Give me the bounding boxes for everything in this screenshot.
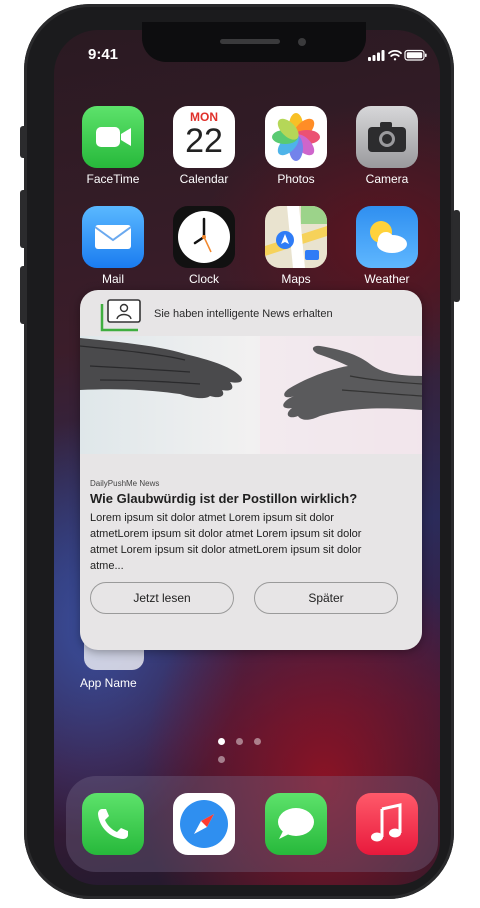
later-button[interactable]: Später [254, 582, 398, 614]
app-label: Camera [365, 172, 409, 186]
notification-title: Wie Glaubwürdig ist der Postillon wirkli… [90, 491, 358, 506]
app-label: Maps [281, 272, 311, 286]
wifi-icon [388, 50, 402, 61]
status-icons [368, 49, 427, 61]
app-label: FaceTime [86, 172, 140, 186]
page-dot [254, 738, 261, 745]
battery-icon [404, 49, 427, 61]
camera-icon [356, 106, 418, 168]
front-camera [298, 38, 306, 46]
app-weather[interactable]: Weather [355, 206, 419, 286]
push-notification[interactable]: Sie haben intelligente News erhalten Dai… [80, 290, 422, 650]
notification-header: Sie haben intelligente News erhalten [80, 290, 422, 336]
app-photos[interactable]: Photos [264, 106, 328, 186]
app-camera[interactable]: Camera [355, 106, 419, 186]
power-button [453, 210, 460, 302]
app-maps[interactable]: Maps [264, 206, 328, 286]
volume-up-button [20, 190, 27, 248]
page-dot [218, 738, 225, 745]
notification-image [80, 336, 422, 454]
calendar-icon: MON 22 [173, 106, 235, 168]
page-dot [218, 756, 225, 763]
dock-app-safari[interactable] [172, 793, 236, 855]
phone-icon [82, 793, 144, 855]
notification-source: DailyPushMe News [90, 479, 160, 488]
page-indicator[interactable] [218, 732, 288, 763]
status-time: 9:41 [88, 46, 119, 63]
messages-icon [265, 793, 327, 855]
volume-down-button [20, 266, 27, 324]
app-mail[interactable]: Mail [81, 206, 145, 286]
app-facetime[interactable]: FaceTime [81, 106, 145, 186]
calendar-day: 22 [185, 122, 223, 160]
photos-icon [265, 106, 327, 168]
mail-icon [82, 206, 144, 268]
app-label: Calendar [179, 172, 229, 186]
cellular-signal-icon [368, 50, 385, 61]
mute-switch [20, 126, 27, 158]
weather-icon [356, 206, 418, 268]
app-label: Mail [101, 272, 124, 286]
app-label: Photos [277, 172, 315, 186]
safari-icon [173, 793, 235, 855]
clock-icon [173, 206, 235, 268]
app-label: Clock [188, 272, 219, 286]
dock-app-messages[interactable] [264, 793, 328, 855]
page-dot [236, 738, 243, 745]
app-name-label: App Name [80, 676, 137, 690]
dock-app-phone[interactable] [81, 793, 145, 855]
notification-body: Lorem ipsum sit dolor atmet Lorem ipsum … [90, 512, 362, 572]
music-icon [356, 793, 418, 855]
app-calendar[interactable]: MON 22 Calendar [172, 106, 236, 186]
read-now-button[interactable]: Jetzt lesen [90, 582, 234, 614]
notification-header-text: Sie haben intelligente News erhalten [154, 308, 333, 320]
speaker [220, 39, 280, 44]
facetime-icon [82, 106, 144, 168]
hands-illustration [80, 336, 422, 454]
app-clock[interactable]: Clock [172, 206, 236, 286]
news-app-icon [100, 299, 141, 332]
maps-icon [265, 206, 327, 268]
dock-app-music[interactable] [355, 793, 419, 855]
app-label: Weather [364, 272, 410, 286]
